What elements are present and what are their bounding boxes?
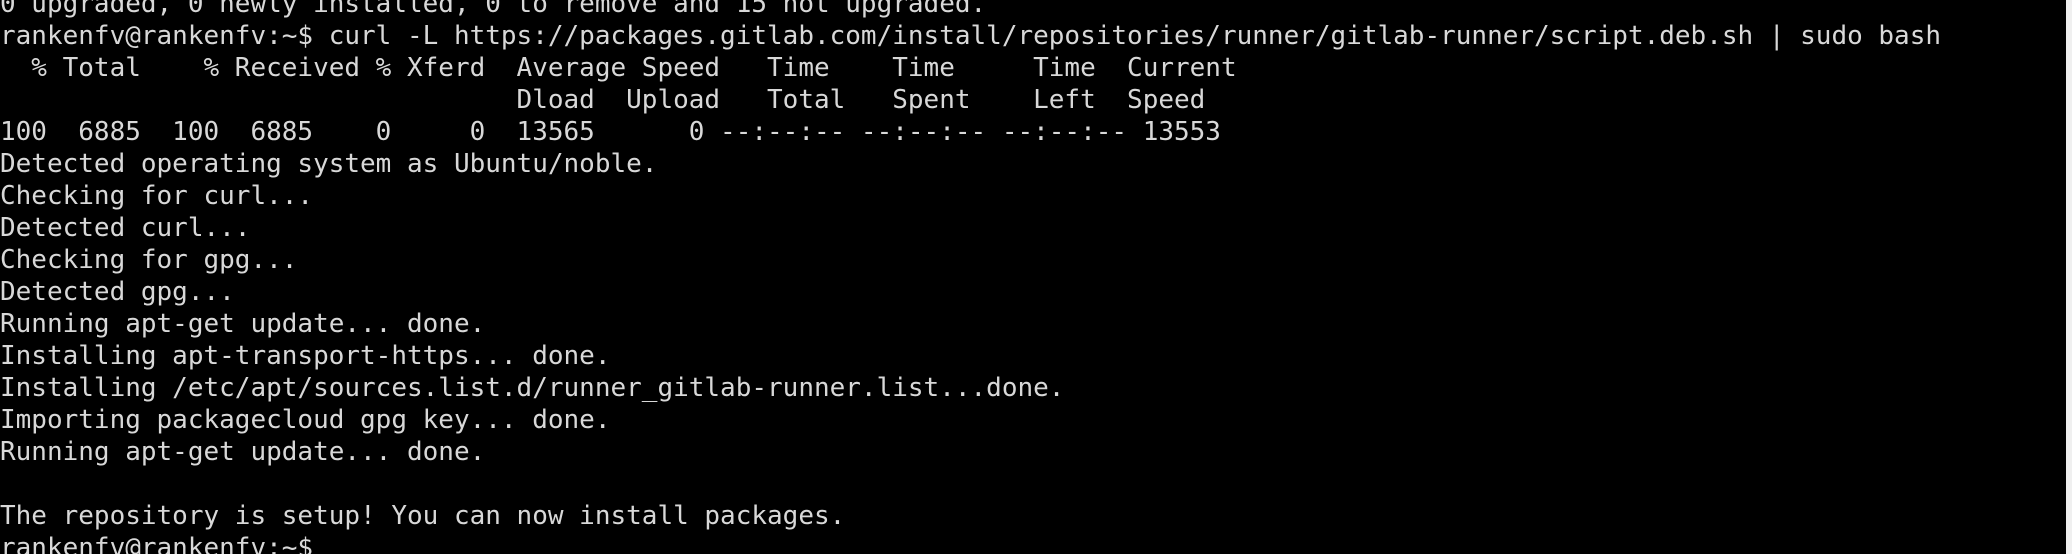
terminal-line-checking-gpg: Checking for gpg... [0,245,298,275]
terminal-output: 0 upgraded, 0 newly installed, 0 to remo… [0,0,1941,554]
terminal-line-apt-update-1: Running apt-get update... done. [0,309,486,339]
terminal-line-curl-command: rankenfv@rankenfv:~$ curl -L https://pac… [0,21,1942,51]
terminal-line-checking-curl: Checking for curl... [0,181,314,211]
terminal-line-apt-update-2: Running apt-get update... done. [0,437,486,467]
terminal-prompt-line[interactable]: rankenfv@rankenfv:~$ [0,532,1941,554]
terminal-line-detected-os: Detected operating system as Ubuntu/nobl… [0,149,658,179]
terminal-prompt: rankenfv@rankenfv:~$ [0,533,329,554]
terminal-window[interactable]: 0 upgraded, 0 newly installed, 0 to remo… [0,0,2072,554]
terminal-line-curl-progress: 100 6885 100 6885 0 0 13565 0 --:--:-- -… [0,117,1221,147]
terminal-line-install-transport: Installing apt-transport-https... done. [0,341,611,371]
terminal-line-import-key: Importing packagecloud gpg key... done. [0,405,611,435]
terminal-line-truncated: 0 upgraded, 0 newly installed, 0 to remo… [0,0,987,19]
terminal-line-repo-setup: The repository is setup! You can now ins… [0,501,846,531]
terminal-line-curl-header-1: % Total % Received % Xferd Average Speed… [0,53,1237,83]
terminal-line-curl-header-2: Dload Upload Total Spent Left Speed [0,85,1206,115]
terminal-line-detected-gpg: Detected gpg... [0,277,235,307]
terminal-cursor [329,534,343,554]
terminal-line-install-sources: Installing /etc/apt/sources.list.d/runne… [0,373,1065,403]
terminal-line-detected-curl: Detected curl... [0,213,251,243]
